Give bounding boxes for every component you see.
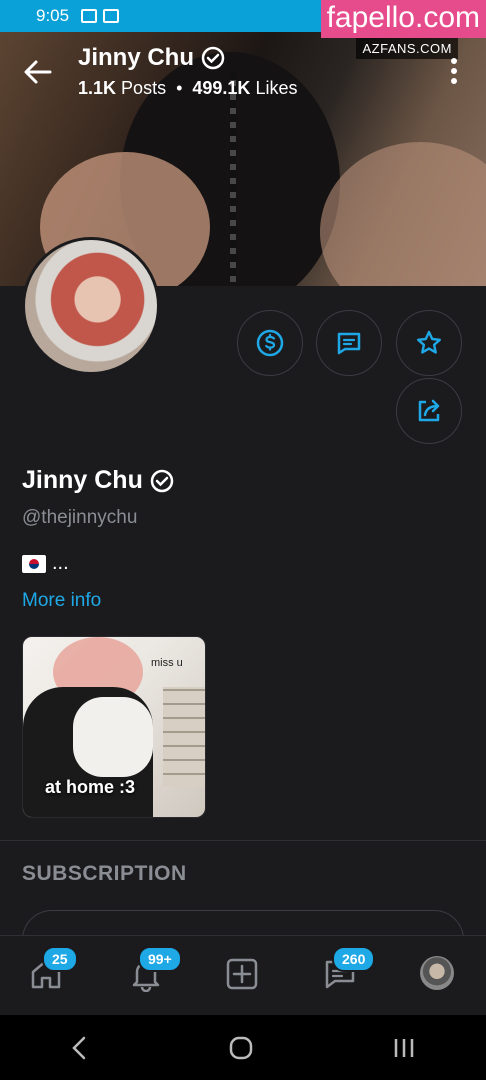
profile-name: Jinny Chu [22, 466, 175, 495]
nav-add-post[interactable] [224, 956, 264, 996]
home-circle-icon[interactable] [228, 1035, 254, 1061]
star-icon [417, 330, 441, 354]
message-button[interactable] [316, 310, 382, 376]
nav-home[interactable]: 25 [28, 946, 78, 996]
favorite-button[interactable] [396, 310, 462, 376]
watermark-sub: AZFANS.COM [356, 38, 458, 59]
tip-button[interactable] [237, 310, 303, 376]
notifications-badge: 99+ [138, 946, 182, 972]
profile-avatar-small [420, 956, 454, 990]
watermark-logo: fapello.com [320, 0, 486, 38]
share-icon [418, 399, 440, 422]
bottom-nav: 25 99+ 260 [0, 935, 486, 1015]
home-badge: 25 [42, 946, 78, 972]
highlight-overlay-text: miss u [151, 657, 183, 669]
message-icon [337, 332, 361, 355]
nav-profile[interactable] [420, 956, 460, 996]
status-time: 9:05 [36, 6, 70, 25]
more-info-link[interactable]: More info [22, 590, 101, 612]
more-options-button[interactable] [446, 56, 462, 86]
stats-separator: • [176, 78, 183, 98]
bio-text: ... [52, 552, 69, 574]
dollar-icon [256, 329, 284, 357]
header-name: Jinny Chu [78, 44, 226, 72]
likes-label: Likes [255, 78, 298, 98]
highlight-caption: at home :3 [45, 777, 136, 797]
divider [0, 840, 486, 841]
recents-icon[interactable] [391, 1035, 417, 1061]
add-square-icon [226, 958, 258, 990]
arrow-left-icon [24, 60, 52, 84]
profile-name-text: Jinny Chu [22, 466, 143, 494]
likes-count: 499.1K [192, 78, 251, 98]
highlight-card[interactable]: miss u at home :3 [22, 636, 206, 818]
subscription-title: SUBSCRIPTION [22, 862, 187, 885]
header-stats: 1.1K Posts • 499.1K Likes [78, 78, 297, 99]
image-icon [103, 9, 120, 23]
verified-icon [201, 46, 225, 70]
calendar-icon [81, 9, 98, 23]
posts-count: 1.1K [78, 78, 117, 98]
back-button[interactable] [22, 56, 54, 88]
korea-flag-icon [22, 554, 46, 573]
system-nav-bar [0, 1015, 486, 1080]
profile-handle: @thejinnychu [22, 507, 138, 528]
more-vertical-icon [451, 58, 457, 84]
verified-icon [150, 469, 174, 492]
share-button[interactable] [396, 378, 462, 444]
posts-label: Posts [121, 78, 167, 98]
avatar[interactable] [22, 237, 160, 375]
back-chevron-icon[interactable] [69, 1035, 91, 1061]
nav-messages[interactable]: 260 [322, 946, 376, 996]
messages-badge: 260 [332, 946, 376, 972]
profile-bio: ... [22, 552, 69, 575]
header-name-text: Jinny Chu [78, 44, 195, 71]
nav-notifications[interactable]: 99+ [128, 946, 182, 996]
